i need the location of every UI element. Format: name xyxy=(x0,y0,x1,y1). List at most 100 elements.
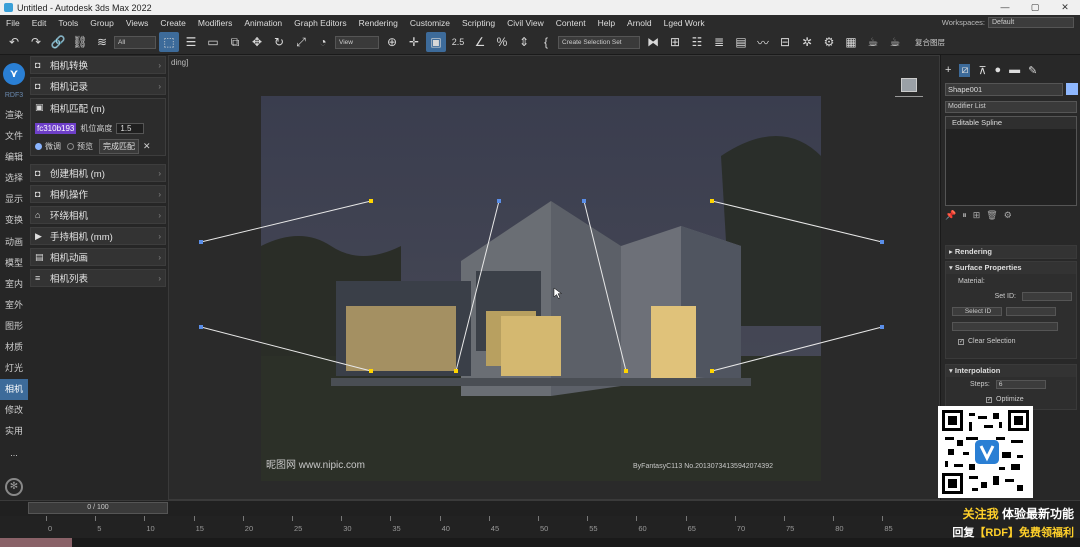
close-icon[interactable]: ✕ xyxy=(1050,0,1080,15)
camera-tool-row-1[interactable]: ◘ 相机记录 › xyxy=(30,77,166,95)
render-production-icon[interactable]: ☕ xyxy=(863,32,883,52)
modifier-list-select[interactable]: Modifier List xyxy=(945,101,1077,113)
menu-item-civil-view[interactable]: Civil View xyxy=(501,18,550,28)
render-setup-icon[interactable]: ⚙ xyxy=(819,32,839,52)
remove-modifier-icon[interactable]: 🗑 xyxy=(986,210,997,221)
menu-item-file[interactable]: File xyxy=(0,18,26,28)
camera-tag[interactable]: fc310b193 xyxy=(35,122,77,134)
menu-item-tools[interactable]: Tools xyxy=(52,18,84,28)
maximize-icon[interactable]: ▢ xyxy=(1020,0,1050,15)
camera-tool-row-2[interactable]: ▣ 相机匹配 (m) xyxy=(30,98,166,116)
rendering-rollout-header[interactable]: ▸ Rendering xyxy=(946,246,1076,258)
spline-vertex-handle[interactable] xyxy=(369,199,373,203)
pivot-center-icon[interactable]: ⊕ xyxy=(382,32,402,52)
spline-vertex[interactable] xyxy=(880,240,884,244)
select-object-icon[interactable]: ⬚ xyxy=(159,32,179,52)
menu-item-arnold[interactable]: Arnold xyxy=(621,18,658,28)
spline-vertex[interactable] xyxy=(199,325,203,329)
select-manipulate-icon[interactable]: ✛ xyxy=(404,32,424,52)
select-id-input[interactable] xyxy=(1006,307,1056,316)
sidebar-item-3[interactable]: 选择 xyxy=(0,168,28,189)
schematic-view-icon[interactable]: ⊟ xyxy=(775,32,795,52)
sidebar-item-13[interactable]: 相机 xyxy=(0,379,28,401)
render-iterative-icon[interactable]: ☕ xyxy=(885,32,905,52)
keyboard-shortcut-toggle-icon[interactable]: ▣ xyxy=(426,32,446,52)
menu-item-content[interactable]: Content xyxy=(550,18,592,28)
link-icon[interactable]: 🔗 xyxy=(48,32,68,52)
display-tab-icon[interactable]: ▬ xyxy=(1009,64,1020,76)
spline-vertex[interactable] xyxy=(497,199,501,203)
plugin-logo-icon[interactable]: ⋎ xyxy=(3,63,25,85)
unlink-icon[interactable]: ⛓ xyxy=(70,32,90,52)
radio-fine[interactable] xyxy=(35,142,42,150)
menu-item-lged-work[interactable]: Lged Work xyxy=(658,18,711,28)
sidebar-item-1[interactable]: 文件 xyxy=(0,126,28,147)
material-id-select[interactable] xyxy=(952,322,1058,331)
spline-vertex-handle[interactable] xyxy=(710,199,714,203)
optimize-checkbox[interactable]: ✓ xyxy=(986,396,992,403)
place-icon[interactable]: ◔ xyxy=(313,32,333,52)
create-tab-icon[interactable]: + xyxy=(945,64,951,76)
stack-item-editable-spline[interactable]: Editable Spline xyxy=(946,117,1076,129)
camera-tool-row-7[interactable]: ▤ 相机动画 › xyxy=(30,248,166,266)
time-slider[interactable]: 0 / 100 xyxy=(28,502,168,514)
snaps-toggle-icon[interactable]: 2.5 xyxy=(448,32,468,52)
configure-sets-icon[interactable]: ⚙ xyxy=(1004,210,1012,221)
sidebar-item-14[interactable]: 修改 xyxy=(0,400,28,421)
curve-editor-icon[interactable]: 〰 xyxy=(753,32,773,52)
show-end-result-icon[interactable]: ⏸ xyxy=(962,210,967,221)
sidebar-item-10[interactable]: 图形 xyxy=(0,316,28,337)
sidebar-item-5[interactable]: 变换 xyxy=(0,210,28,231)
utilities-tab-icon[interactable]: ✎ xyxy=(1028,64,1037,77)
perspective-viewport[interactable]: ding] 昵图网 www.nipic.com ByFantasyC113 No… xyxy=(168,55,940,500)
object-color-swatch[interactable] xyxy=(1066,83,1078,95)
spline-vertex[interactable] xyxy=(880,325,884,329)
undo-icon[interactable]: ↶ xyxy=(4,32,24,52)
pin-stack-icon[interactable]: 📌 xyxy=(945,210,956,221)
menu-item-group[interactable]: Group xyxy=(84,18,120,28)
spline-vertex[interactable] xyxy=(582,199,586,203)
sidebar-item-15[interactable]: 实用 xyxy=(0,421,28,442)
rect-selection-icon[interactable]: ▭ xyxy=(203,32,223,52)
redo-icon[interactable]: ↷ xyxy=(26,32,46,52)
menu-item-modifiers[interactable]: Modifiers xyxy=(192,18,238,28)
spline-vertex-handle[interactable] xyxy=(624,369,628,373)
spline-vertex-handle[interactable] xyxy=(710,369,714,373)
named-selection-set-select[interactable]: Create Selection Set xyxy=(558,35,640,49)
percent-snap-icon[interactable]: % xyxy=(492,32,512,52)
spline-vertex-handle[interactable] xyxy=(369,369,373,373)
sidebar-item-4[interactable]: 显示 xyxy=(0,189,28,210)
sidebar-item-7[interactable]: 模型 xyxy=(0,253,28,274)
scene-explorer-icon[interactable]: ≣ xyxy=(709,32,729,52)
align-icon[interactable]: ⊞ xyxy=(665,32,685,52)
motion-tab-icon[interactable]: ● xyxy=(995,64,1002,76)
maxscript-listener[interactable] xyxy=(0,538,72,547)
steps-input[interactable]: 6 xyxy=(995,380,1046,389)
sidebar-item-2[interactable]: 编辑 xyxy=(0,147,28,168)
hierarchy-tab-icon[interactable]: ⊼ xyxy=(978,64,986,77)
camera-tool-row-5[interactable]: ⌂ 环绕相机 › xyxy=(30,206,166,224)
menu-item-views[interactable]: Views xyxy=(120,18,155,28)
interpolation-rollout-header[interactable]: ▾ Interpolation xyxy=(946,365,1076,377)
window-crossing-icon[interactable]: ⧉ xyxy=(225,32,245,52)
surface-rollout-header[interactable]: ▾ Surface Properties xyxy=(946,262,1076,274)
sidebar-item-11[interactable]: 材质 xyxy=(0,337,28,358)
menu-item-scripting[interactable]: Scripting xyxy=(456,18,501,28)
sidebar-item-6[interactable]: 动画 xyxy=(0,232,28,253)
sidebar-item-0[interactable]: 渲染 xyxy=(0,105,28,126)
modify-tab-icon[interactable]: ⧄ xyxy=(959,63,971,77)
set-id-input[interactable] xyxy=(1022,292,1072,301)
menu-item-edit[interactable]: Edit xyxy=(26,18,53,28)
selection-filter-select[interactable]: All xyxy=(114,35,156,49)
toolbar-right-label[interactable]: 复合图层 xyxy=(915,37,945,48)
spinner-snap-icon[interactable]: ⇕ xyxy=(514,32,534,52)
material-editor-icon[interactable]: ✲ xyxy=(797,32,817,52)
radio-preview[interactable] xyxy=(67,142,74,150)
spline-vertex-handle[interactable] xyxy=(454,369,458,373)
finish-match-button[interactable]: 完成匹配 xyxy=(99,138,139,154)
menu-item-help[interactable]: Help xyxy=(592,18,621,28)
object-name-input[interactable]: Shape001 xyxy=(945,83,1063,96)
rotate-icon[interactable]: ↻ xyxy=(269,32,289,52)
camera-tool-row-0[interactable]: ◘ 相机转换 › xyxy=(30,56,166,74)
menu-item-animation[interactable]: Animation xyxy=(238,18,288,28)
